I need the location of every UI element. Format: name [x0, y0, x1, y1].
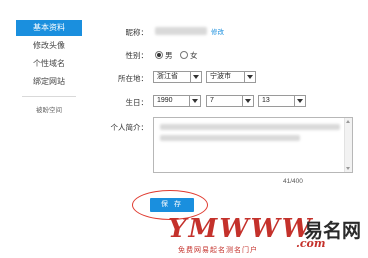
gender-female-radio[interactable] — [180, 51, 188, 59]
bio-char-counter: 41/400 — [283, 178, 303, 185]
sidebar-divider — [22, 96, 76, 97]
bio-text-redacted-line-1 — [160, 124, 340, 130]
nickname-value-redacted — [155, 27, 207, 35]
sidebar-item-space[interactable]: 被盼空间 — [16, 103, 82, 119]
chevron-down-icon — [242, 96, 253, 106]
chevron-down-icon — [189, 96, 200, 106]
watermark-logo: YMWWW 易名网 .com 免费网易起名测名门户 — [168, 214, 368, 258]
chevron-down-icon — [190, 72, 201, 82]
bio-scrollbar[interactable] — [344, 118, 352, 172]
scroll-up-arrow-icon[interactable] — [346, 120, 350, 123]
bio-textarea[interactable] — [153, 117, 353, 173]
edit-nickname-link[interactable]: 修改 — [211, 26, 224, 36]
city-select[interactable]: 宁波市 — [206, 71, 256, 83]
city-value: 宁波市 — [210, 73, 231, 80]
bio-text-redacted-line-2 — [160, 135, 300, 141]
sidebar: 基本资料 修改头像 个性域名 绑定网站 被盼空间 — [16, 20, 82, 121]
chevron-down-icon — [244, 72, 255, 82]
watermark-domain: .com — [296, 237, 326, 250]
scroll-down-arrow-icon[interactable] — [346, 167, 350, 170]
nickname-label: 昵称： — [125, 28, 149, 37]
birth-month-select[interactable]: 7 — [206, 95, 254, 107]
gender-female-label: 女 — [190, 51, 198, 60]
save-button[interactable]: 保 存 — [150, 198, 194, 212]
bio-label: 个人简介： — [110, 123, 149, 132]
sidebar-item-change-avatar[interactable]: 修改头像 — [16, 38, 82, 54]
birth-year-value: 1990 — [157, 97, 173, 104]
birth-year-select[interactable]: 1990 — [153, 95, 201, 107]
gender-male-label: 男 — [165, 51, 173, 60]
birthday-label: 生日： — [125, 98, 149, 107]
location-label: 所在地： — [118, 74, 148, 83]
gender-label: 性别： — [125, 51, 149, 60]
province-value: 浙江省 — [157, 73, 178, 80]
chevron-down-icon — [294, 96, 305, 106]
province-select[interactable]: 浙江省 — [153, 71, 202, 83]
birth-day-select[interactable]: 13 — [258, 95, 306, 107]
sidebar-item-basic-info[interactable]: 基本资料 — [16, 20, 82, 36]
birth-day-value: 13 — [262, 97, 270, 104]
birth-month-value: 7 — [210, 97, 214, 104]
sidebar-item-custom-domain[interactable]: 个性域名 — [16, 56, 82, 72]
gender-male-radio[interactable] — [155, 51, 163, 59]
watermark-word: YMWWW — [168, 214, 313, 244]
sidebar-item-bind-site[interactable]: 绑定网站 — [16, 74, 82, 90]
watermark-slogan: 免费网易起名测名门户 — [178, 246, 258, 254]
